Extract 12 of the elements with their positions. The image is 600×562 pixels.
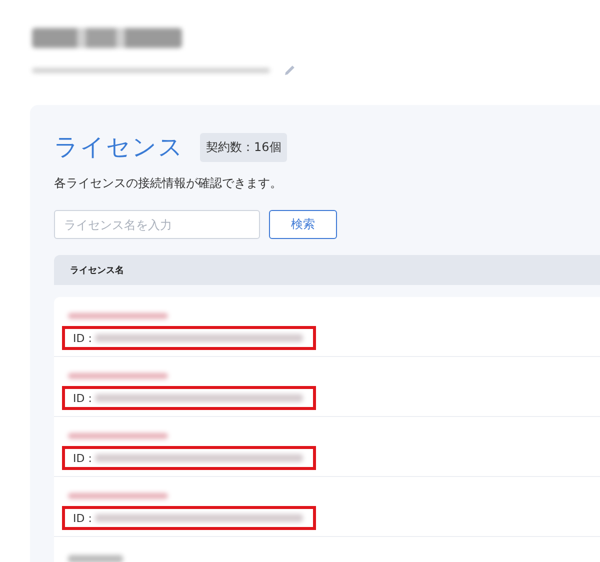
id-label: ID : [73,392,92,404]
column-header: ライセンス名 [70,264,124,276]
description: 各ライセンスの接続情報が確認できます。 [54,175,283,192]
panel-title: ライセンス [54,132,184,163]
id-label: ID : [73,452,92,464]
redacted-text [68,555,123,562]
search-field[interactable]: ライセンス名を入力 [54,210,260,239]
id-label: ID : [73,332,92,344]
pencil-icon[interactable] [284,64,296,76]
count-badge: 契約数：16個 [200,132,288,162]
search-button[interactable]: 検索 [269,210,337,239]
id-label: ID : [73,512,92,524]
